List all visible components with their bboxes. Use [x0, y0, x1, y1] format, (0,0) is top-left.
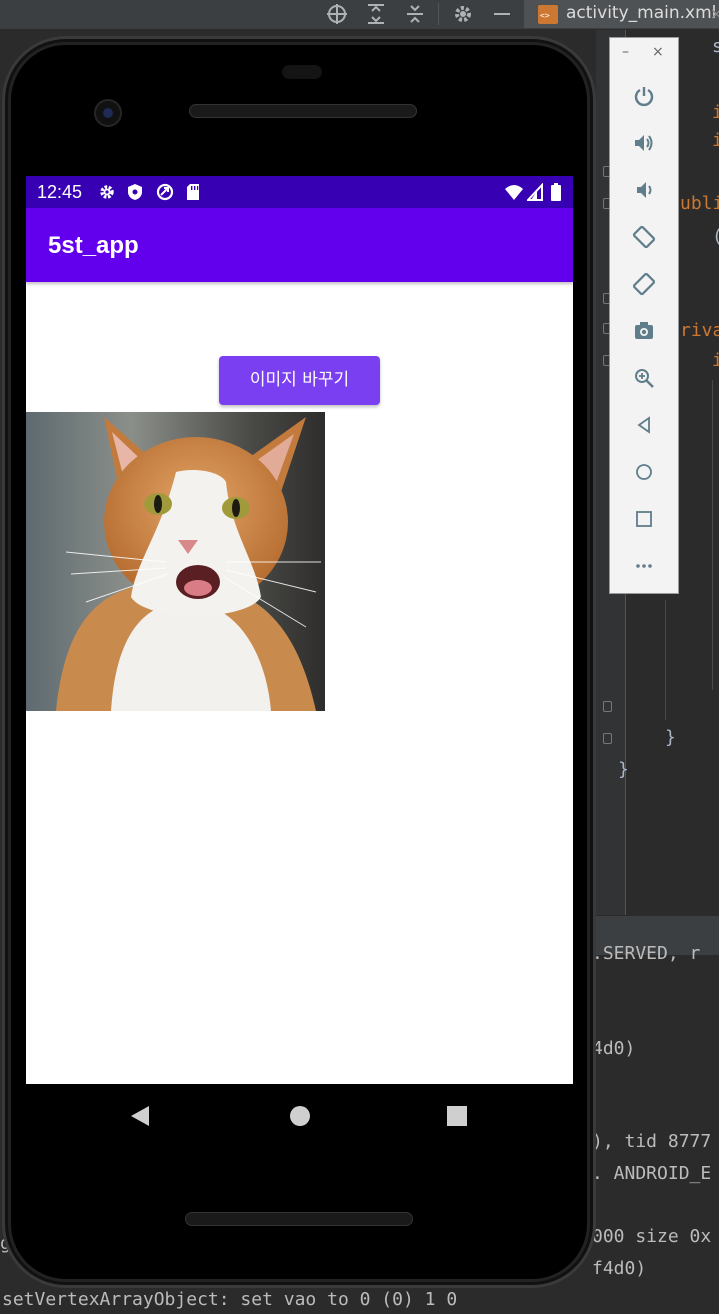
- wifi-icon: [505, 185, 523, 200]
- indent-guide: [712, 380, 713, 690]
- cat-image: [26, 412, 325, 711]
- log-line: 000 size 0x: [592, 1226, 712, 1247]
- code-line: s: [712, 36, 719, 57]
- code-line: }: [665, 727, 676, 748]
- log-line: f4d0): [592, 1258, 647, 1279]
- shield-icon: [128, 184, 142, 200]
- code-line: i: [712, 102, 719, 123]
- volume-up-button[interactable]: [610, 123, 678, 163]
- editor-tab[interactable]: activity_main.xml ×: [524, 0, 719, 28]
- code-line: i: [712, 350, 719, 371]
- rotate-left-button[interactable]: [610, 217, 678, 257]
- cat-illustration: [26, 412, 325, 711]
- home-button[interactable]: [610, 452, 678, 492]
- log-line: setVertexArrayObject: set vao to 0 (0) 1…: [2, 1289, 458, 1310]
- power-icon: [634, 87, 654, 107]
- back-button[interactable]: [610, 405, 678, 445]
- settings-icon: [100, 185, 114, 199]
- bottom-speaker: [185, 1212, 413, 1226]
- log-line: .SERVED, r: [592, 943, 701, 964]
- gear-icon[interactable]: [448, 0, 478, 28]
- expand-all-icon[interactable]: [361, 0, 391, 28]
- rotate-right-icon: [632, 272, 656, 296]
- tab-close-icon[interactable]: ×: [710, 0, 719, 27]
- zoom-button[interactable]: [610, 358, 678, 398]
- code-line: }: [618, 759, 629, 780]
- xml-file-icon: [538, 5, 558, 24]
- fold-marker[interactable]: [603, 701, 612, 712]
- code-line: ubli: [680, 193, 719, 214]
- device-screen[interactable]: 12:45 5st_app 이미지 바꾸기: [26, 176, 573, 1084]
- screenshot-button[interactable]: [610, 311, 678, 351]
- volume-down-icon: [637, 182, 652, 198]
- code-line: riva: [680, 320, 719, 341]
- sd-card-icon: [187, 184, 199, 200]
- code-line: i: [712, 130, 719, 151]
- emulator-controls: – ×: [609, 37, 679, 594]
- indent-guide: [665, 600, 666, 720]
- navigation-bar: [26, 1084, 573, 1148]
- data-saver-icon: [156, 183, 174, 201]
- zoom-icon: [635, 369, 654, 388]
- cellular-signal-icon: [527, 183, 543, 201]
- overview-icon: [636, 511, 652, 527]
- overview-button[interactable]: [610, 499, 678, 539]
- app-title: 5st_app: [48, 232, 139, 259]
- nav-back-icon[interactable]: [129, 1104, 151, 1128]
- rotate-right-button[interactable]: [610, 264, 678, 304]
- earpiece-speaker: [189, 104, 417, 118]
- more-icon: [636, 564, 652, 568]
- front-camera: [94, 99, 122, 127]
- back-icon: [637, 416, 650, 434]
- volume-down-button[interactable]: [610, 170, 678, 210]
- camera-icon: [635, 322, 653, 339]
- close-icon[interactable]: ×: [652, 44, 664, 60]
- volume-up-icon: [635, 135, 653, 151]
- minimize-panel-icon[interactable]: [487, 0, 517, 28]
- editor-tab-label: activity_main.xml: [566, 3, 717, 23]
- fold-marker[interactable]: [603, 733, 612, 744]
- power-button[interactable]: [610, 76, 678, 116]
- more-button[interactable]: [610, 546, 678, 586]
- collapse-all-icon[interactable]: [400, 0, 430, 28]
- app-bar: 5st_app: [26, 208, 573, 282]
- log-line: 4d0): [592, 1038, 636, 1059]
- battery-icon: [551, 183, 561, 201]
- change-image-button[interactable]: 이미지 바꾸기: [219, 356, 380, 405]
- nav-overview-icon[interactable]: [446, 1104, 468, 1128]
- proximity-sensor: [282, 65, 322, 79]
- nav-home-icon[interactable]: [289, 1104, 311, 1128]
- status-time: 12:45: [37, 182, 83, 202]
- crosshair-icon[interactable]: [322, 0, 352, 28]
- code-line: (: [712, 226, 719, 248]
- status-bar: 12:45: [26, 176, 573, 208]
- toolbar-divider: [438, 3, 439, 25]
- ide-toolbar: activity_main.xml ×: [0, 0, 719, 30]
- home-icon: [636, 464, 652, 480]
- log-line: . ANDROID_E: [592, 1163, 712, 1184]
- log-line: ), tid 8777: [592, 1131, 712, 1152]
- rotate-left-icon: [632, 225, 656, 249]
- minimize-icon[interactable]: –: [622, 44, 629, 60]
